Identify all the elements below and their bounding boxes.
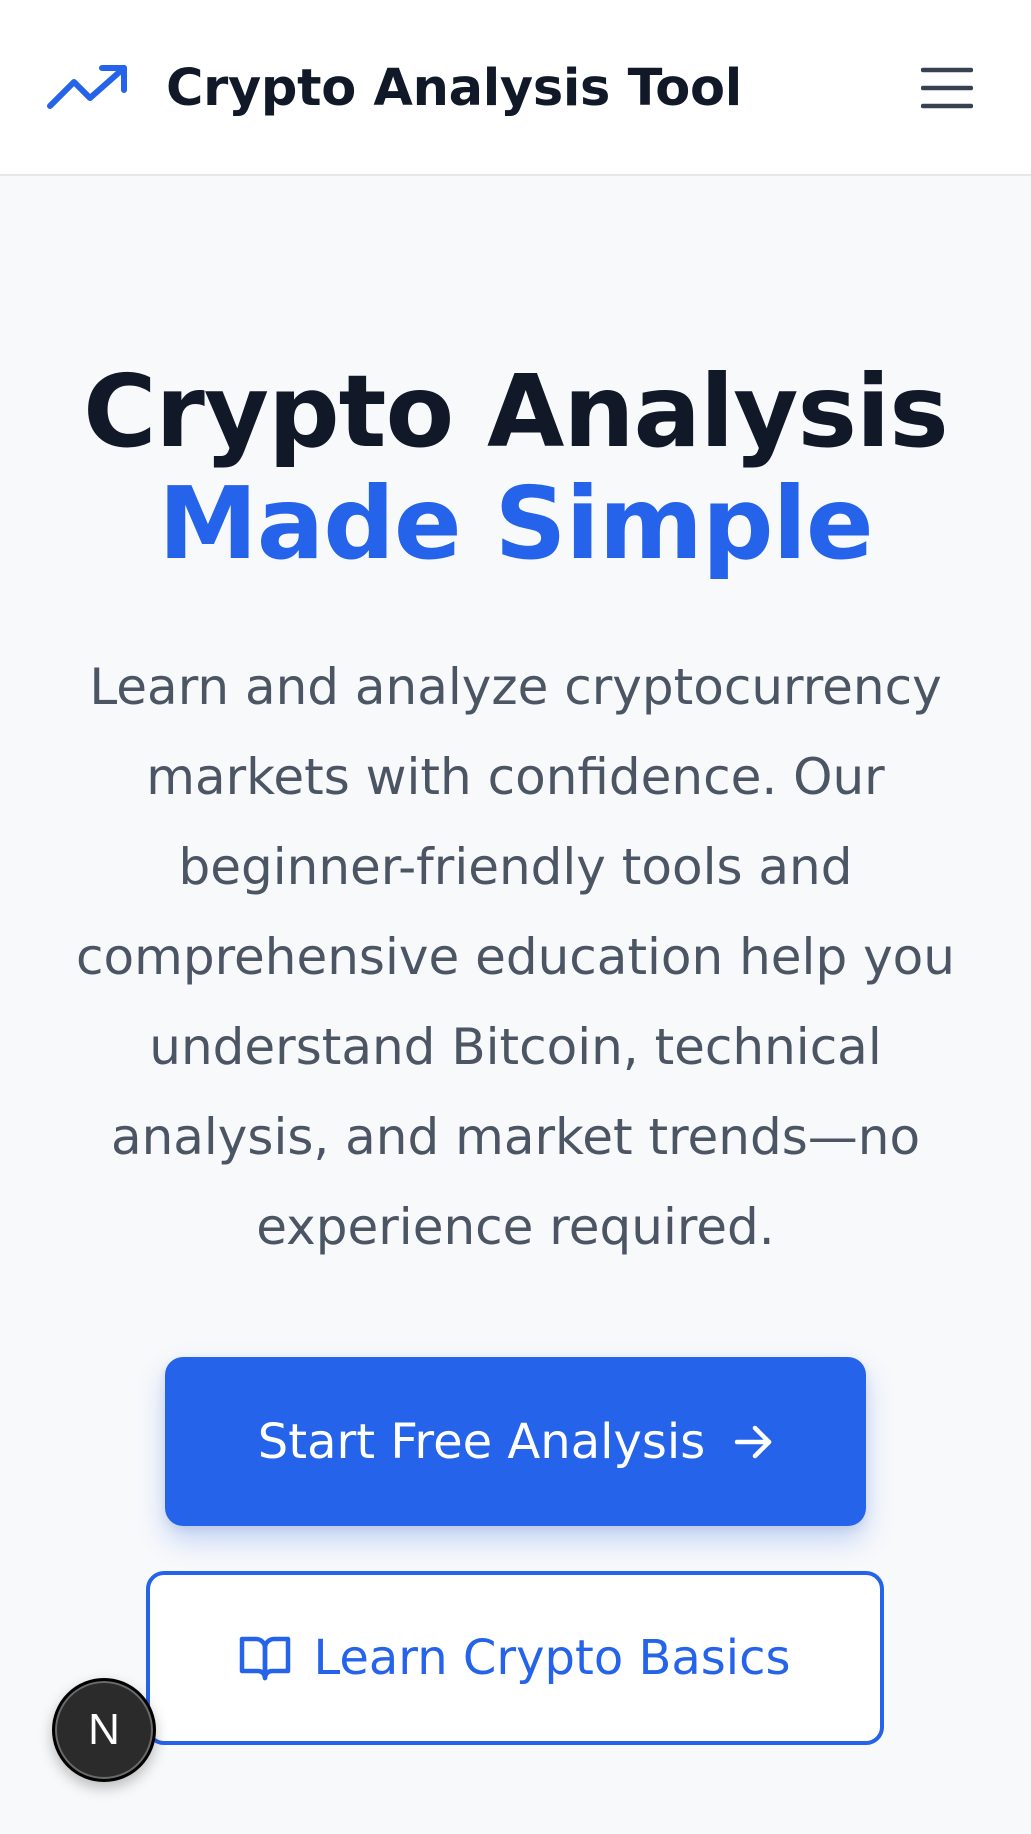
- hero-title: Crypto Analysis Made Simple: [0, 356, 1031, 580]
- site-header: Crypto Analysis Tool: [0, 0, 1031, 176]
- hamburger-menu-icon: [921, 67, 973, 109]
- menu-button[interactable]: [919, 62, 975, 114]
- hero-description: Learn and analyze cryptocurrency markets…: [76, 658, 955, 1256]
- trending-up-icon: [47, 65, 127, 109]
- brand[interactable]: Crypto Analysis Tool: [46, 0, 742, 176]
- start-free-analysis-label: Start Free Analysis: [257, 1413, 706, 1470]
- hero-title-line1: Crypto Analysis: [83, 353, 949, 470]
- dev-tools-badge-label: N: [88, 1705, 120, 1754]
- learn-crypto-basics-button[interactable]: Learn Crypto Basics: [146, 1571, 884, 1745]
- dev-tools-badge[interactable]: N: [52, 1678, 156, 1782]
- book-open-icon: [240, 1636, 291, 1681]
- learn-crypto-basics-label: Learn Crypto Basics: [313, 1630, 791, 1686]
- brand-title: Crypto Analysis Tool: [166, 58, 742, 118]
- start-free-analysis-button[interactable]: Start Free Analysis: [165, 1357, 866, 1526]
- hero-title-accent: Made Simple: [158, 465, 873, 582]
- arrow-right-icon: [734, 1425, 772, 1458]
